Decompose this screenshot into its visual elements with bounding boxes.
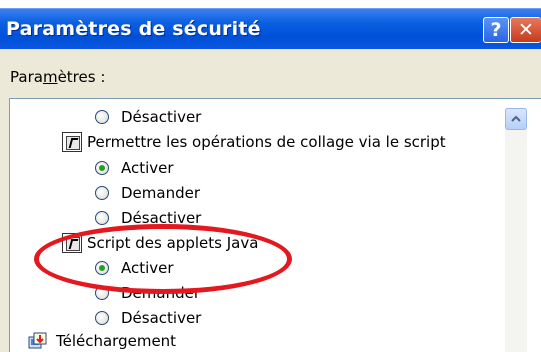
title-bar[interactable]: Paramètres de sécurité ? ✕	[0, 8, 541, 49]
scroll-up-button[interactable]	[505, 108, 527, 130]
radio-button[interactable]	[95, 186, 109, 200]
group-label: Permettre les opérations de collage via …	[87, 133, 446, 151]
highlight-oval	[34, 224, 292, 294]
radio-button[interactable]	[95, 311, 109, 325]
group-label: Téléchargement	[56, 332, 177, 350]
radio-label: Désactiver	[121, 108, 202, 126]
settings-label: Paramètres :	[10, 68, 106, 86]
radio-button-checked[interactable]	[95, 161, 109, 175]
vertical-scrollbar[interactable]	[505, 108, 527, 352]
window-top-strip	[0, 0, 541, 8]
radio-label: Activer	[121, 159, 174, 177]
radio-label: Demander	[121, 184, 201, 202]
chevron-up-icon	[511, 115, 521, 122]
download-icon	[28, 332, 47, 349]
radio-label: Désactiver	[121, 309, 202, 327]
radio-button[interactable]	[95, 211, 109, 225]
script-icon	[62, 132, 82, 152]
help-button[interactable]: ?	[483, 17, 509, 43]
radio-button[interactable]	[95, 110, 109, 124]
dialog-title: Paramètres de sécurité	[6, 18, 261, 40]
close-button[interactable]: ✕	[510, 17, 541, 43]
